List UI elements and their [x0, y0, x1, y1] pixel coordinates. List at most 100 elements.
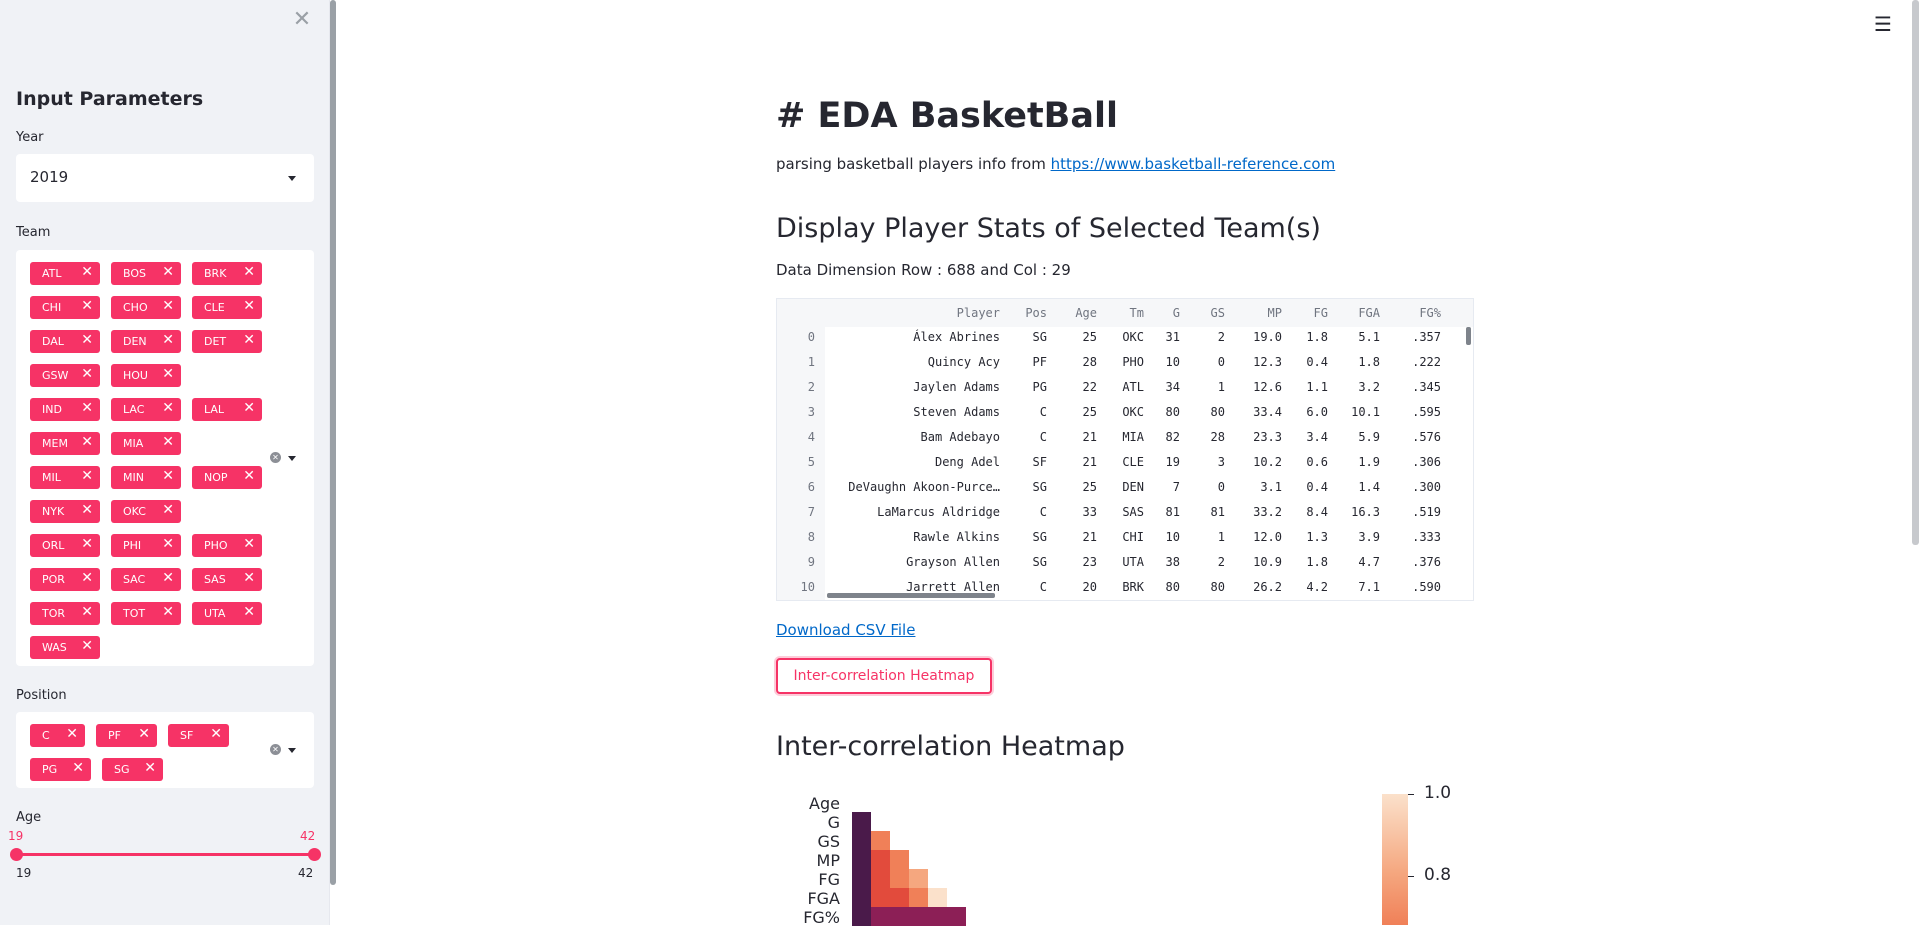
remove-tag-icon[interactable]: ✕	[243, 400, 255, 416]
team-tag-cho[interactable]: CHO ✕	[111, 296, 181, 319]
clear-all-icon[interactable]: ✕	[270, 744, 281, 755]
remove-tag-icon[interactable]: ✕	[243, 332, 255, 348]
team-tag-den[interactable]: DEN ✕	[111, 330, 181, 353]
column-header[interactable]: FG%	[1419, 306, 1441, 320]
age-slider-track[interactable]	[16, 853, 314, 856]
position-tag-pf[interactable]: PF ✕	[96, 724, 157, 747]
team-tag-hou[interactable]: HOU ✕	[111, 364, 181, 387]
remove-tag-icon[interactable]: ✕	[81, 366, 93, 382]
team-tag-brk[interactable]: BRK ✕	[192, 262, 262, 285]
main-scrollbar[interactable]	[1912, 0, 1919, 545]
remove-tag-icon[interactable]: ✕	[243, 536, 255, 552]
team-tag-chi[interactable]: CHI ✕	[30, 296, 100, 319]
column-header[interactable]: Age	[1075, 306, 1097, 320]
team-tag-sac[interactable]: SAC ✕	[111, 568, 181, 591]
remove-tag-icon[interactable]: ✕	[243, 468, 255, 484]
chevron-down-icon[interactable]	[288, 176, 296, 181]
remove-tag-icon[interactable]: ✕	[162, 298, 174, 314]
team-tag-mem[interactable]: MEM ✕	[30, 432, 100, 455]
position-tag-sf[interactable]: SF ✕	[168, 724, 229, 747]
remove-tag-icon[interactable]: ✕	[81, 536, 93, 552]
column-header[interactable]: FGA	[1358, 306, 1380, 320]
remove-tag-icon[interactable]: ✕	[81, 502, 93, 518]
team-tag-lac[interactable]: LAC ✕	[111, 398, 181, 421]
remove-tag-icon[interactable]: ✕	[144, 760, 156, 776]
team-tag-okc[interactable]: OKC ✕	[111, 500, 181, 523]
remove-tag-icon[interactable]: ✕	[81, 468, 93, 484]
team-tag-uta[interactable]: UTA ✕	[192, 602, 262, 625]
column-header[interactable]: Pos	[1025, 306, 1047, 320]
reference-link[interactable]: https://www.basketball-reference.com	[1051, 155, 1336, 173]
position-tag-pg[interactable]: PG ✕	[30, 758, 91, 781]
team-tag-lal[interactable]: LAL ✕	[192, 398, 262, 421]
team-tag-pho[interactable]: PHO ✕	[192, 534, 262, 557]
chevron-down-icon[interactable]	[288, 748, 296, 753]
remove-tag-icon[interactable]: ✕	[162, 332, 174, 348]
remove-tag-icon[interactable]: ✕	[243, 570, 255, 586]
menu-icon[interactable]: ☰	[1874, 12, 1892, 36]
remove-tag-icon[interactable]: ✕	[162, 400, 174, 416]
remove-tag-icon[interactable]: ✕	[162, 536, 174, 552]
column-header[interactable]: Player	[957, 306, 1000, 320]
team-tag-min[interactable]: MIN ✕	[111, 466, 181, 489]
team-tag-was[interactable]: WAS ✕	[30, 636, 100, 659]
remove-tag-icon[interactable]: ✕	[81, 264, 93, 280]
remove-tag-icon[interactable]: ✕	[162, 434, 174, 450]
heatmap-button[interactable]: Inter-correlation Heatmap	[776, 658, 992, 694]
remove-tag-icon[interactable]: ✕	[162, 502, 174, 518]
team-tag-por[interactable]: POR ✕	[30, 568, 100, 591]
remove-tag-icon[interactable]: ✕	[162, 366, 174, 382]
table-vertical-scrollbar[interactable]	[1466, 327, 1471, 345]
clear-all-icon[interactable]: ✕	[270, 452, 281, 463]
team-tag-dal[interactable]: DAL ✕	[30, 330, 100, 353]
team-tag-orl[interactable]: ORL ✕	[30, 534, 100, 557]
table-horizontal-scrollbar[interactable]	[827, 593, 995, 598]
team-tag-gsw[interactable]: GSW ✕	[30, 364, 100, 387]
remove-tag-icon[interactable]: ✕	[210, 726, 222, 742]
remove-tag-icon[interactable]: ✕	[81, 570, 93, 586]
team-tag-nyk[interactable]: NYK ✕	[30, 500, 100, 523]
column-header[interactable]: G	[1173, 306, 1180, 320]
remove-tag-icon[interactable]: ✕	[81, 638, 93, 654]
remove-tag-icon[interactable]: ✕	[72, 760, 84, 776]
year-select[interactable]: 2019	[16, 154, 314, 202]
team-tag-bos[interactable]: BOS ✕	[111, 262, 181, 285]
column-header[interactable]: MP	[1268, 306, 1282, 320]
remove-tag-icon[interactable]: ✕	[81, 604, 93, 620]
remove-tag-icon[interactable]: ✕	[162, 570, 174, 586]
remove-tag-icon[interactable]: ✕	[162, 468, 174, 484]
position-tag-sg[interactable]: SG ✕	[102, 758, 163, 781]
team-tag-tot[interactable]: TOT ✕	[111, 602, 181, 625]
download-csv-link[interactable]: Download CSV File	[776, 621, 915, 639]
remove-tag-icon[interactable]: ✕	[81, 434, 93, 450]
remove-tag-icon[interactable]: ✕	[162, 604, 174, 620]
team-tag-det[interactable]: DET ✕	[192, 330, 262, 353]
position-tag-c[interactable]: C ✕	[30, 724, 85, 747]
team-tag-sas[interactable]: SAS ✕	[192, 568, 262, 591]
chevron-down-icon[interactable]	[288, 456, 296, 461]
remove-tag-icon[interactable]: ✕	[138, 726, 150, 742]
close-sidebar-icon[interactable]: ✕	[292, 8, 312, 32]
remove-tag-icon[interactable]: ✕	[81, 332, 93, 348]
team-multiselect[interactable]: ATL ✕ BOS ✕ BRK ✕ CHI ✕ CHO ✕ CLE ✕ DAL ✕ DEN ✕ DET ✕ GSW ✕…	[16, 250, 314, 666]
team-tag-tor[interactable]: TOR ✕	[30, 602, 100, 625]
team-tag-ind[interactable]: IND ✕	[30, 398, 100, 421]
age-slider-high-thumb[interactable]	[308, 848, 321, 861]
column-header[interactable]: FG	[1314, 306, 1328, 320]
remove-tag-icon[interactable]: ✕	[81, 298, 93, 314]
remove-tag-icon[interactable]: ✕	[81, 400, 93, 416]
team-tag-nop[interactable]: NOP ✕	[192, 466, 262, 489]
column-header[interactable]: GS	[1211, 306, 1225, 320]
remove-tag-icon[interactable]: ✕	[243, 604, 255, 620]
remove-tag-icon[interactable]: ✕	[243, 264, 255, 280]
team-tag-mil[interactable]: MIL ✕	[30, 466, 100, 489]
team-tag-atl[interactable]: ATL ✕	[30, 262, 100, 285]
remove-tag-icon[interactable]: ✕	[162, 264, 174, 280]
column-header[interactable]: Tm	[1130, 306, 1144, 320]
team-tag-phi[interactable]: PHI ✕	[111, 534, 181, 557]
player-stats-table[interactable]: Player Pos Age Tm G GS MP FG FGA FG% 0 Álex Abrines…	[776, 298, 1474, 601]
age-slider-low-thumb[interactable]	[10, 848, 23, 861]
team-tag-cle[interactable]: CLE ✕	[192, 296, 262, 319]
sidebar-scrollbar[interactable]	[330, 0, 336, 885]
remove-tag-icon[interactable]: ✕	[243, 298, 255, 314]
